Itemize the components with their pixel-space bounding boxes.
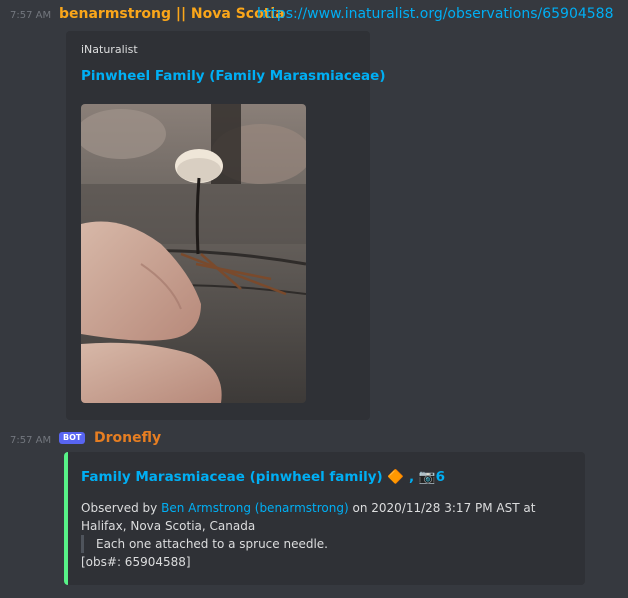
- message-timestamp: 7:57 AM: [10, 435, 52, 446]
- bot-badge: BOT: [59, 432, 86, 444]
- message-timestamp: 7:57 AM: [10, 10, 52, 21]
- observer-link[interactable]: Ben Armstrong (benarmstrong): [161, 501, 349, 515]
- embed-title-link[interactable]: Pinwheel Family (Family Marasmiaceae): [81, 68, 386, 84]
- inaturalist-embed: iNaturalist Pinwheel Family (Family Mara…: [66, 31, 386, 420]
- observation-reference: [obs#: 65904588]: [81, 555, 191, 569]
- camera-icon: 📷: [418, 469, 436, 485]
- observation-photo[interactable]: [81, 104, 306, 403]
- embed-provider: iNaturalist: [81, 43, 138, 56]
- observed-by-label: Observed by: [81, 501, 158, 515]
- embed-title-link[interactable]: Family Marasmiaceae (pinwheel family) 🔶 …: [81, 469, 445, 485]
- observation-place: Halifax, Nova Scotia, Canada: [81, 519, 256, 533]
- observation-link[interactable]: https://www.inaturalist.org/observations…: [257, 6, 614, 22]
- observation-notes-quote: Each one attached to a spruce needle.: [81, 535, 571, 553]
- message-author[interactable]: Dronefly: [94, 430, 161, 446]
- observed-date: on 2020/11/28 3:17 PM AST at: [352, 501, 536, 515]
- embed-description: Observed by Ben Armstrong (benarmstrong)…: [81, 499, 571, 571]
- diamond-icon: 🔶: [387, 469, 405, 485]
- title-separator: ,: [408, 469, 415, 485]
- photo-count: 6: [435, 469, 445, 485]
- dronefly-embed: Family Marasmiaceae (pinwheel family) 🔶 …: [64, 452, 585, 585]
- taxon-name[interactable]: Family Marasmiaceae (pinwheel family): [81, 469, 383, 485]
- message-author[interactable]: benarmstrong || Nova Scotia: [59, 6, 285, 22]
